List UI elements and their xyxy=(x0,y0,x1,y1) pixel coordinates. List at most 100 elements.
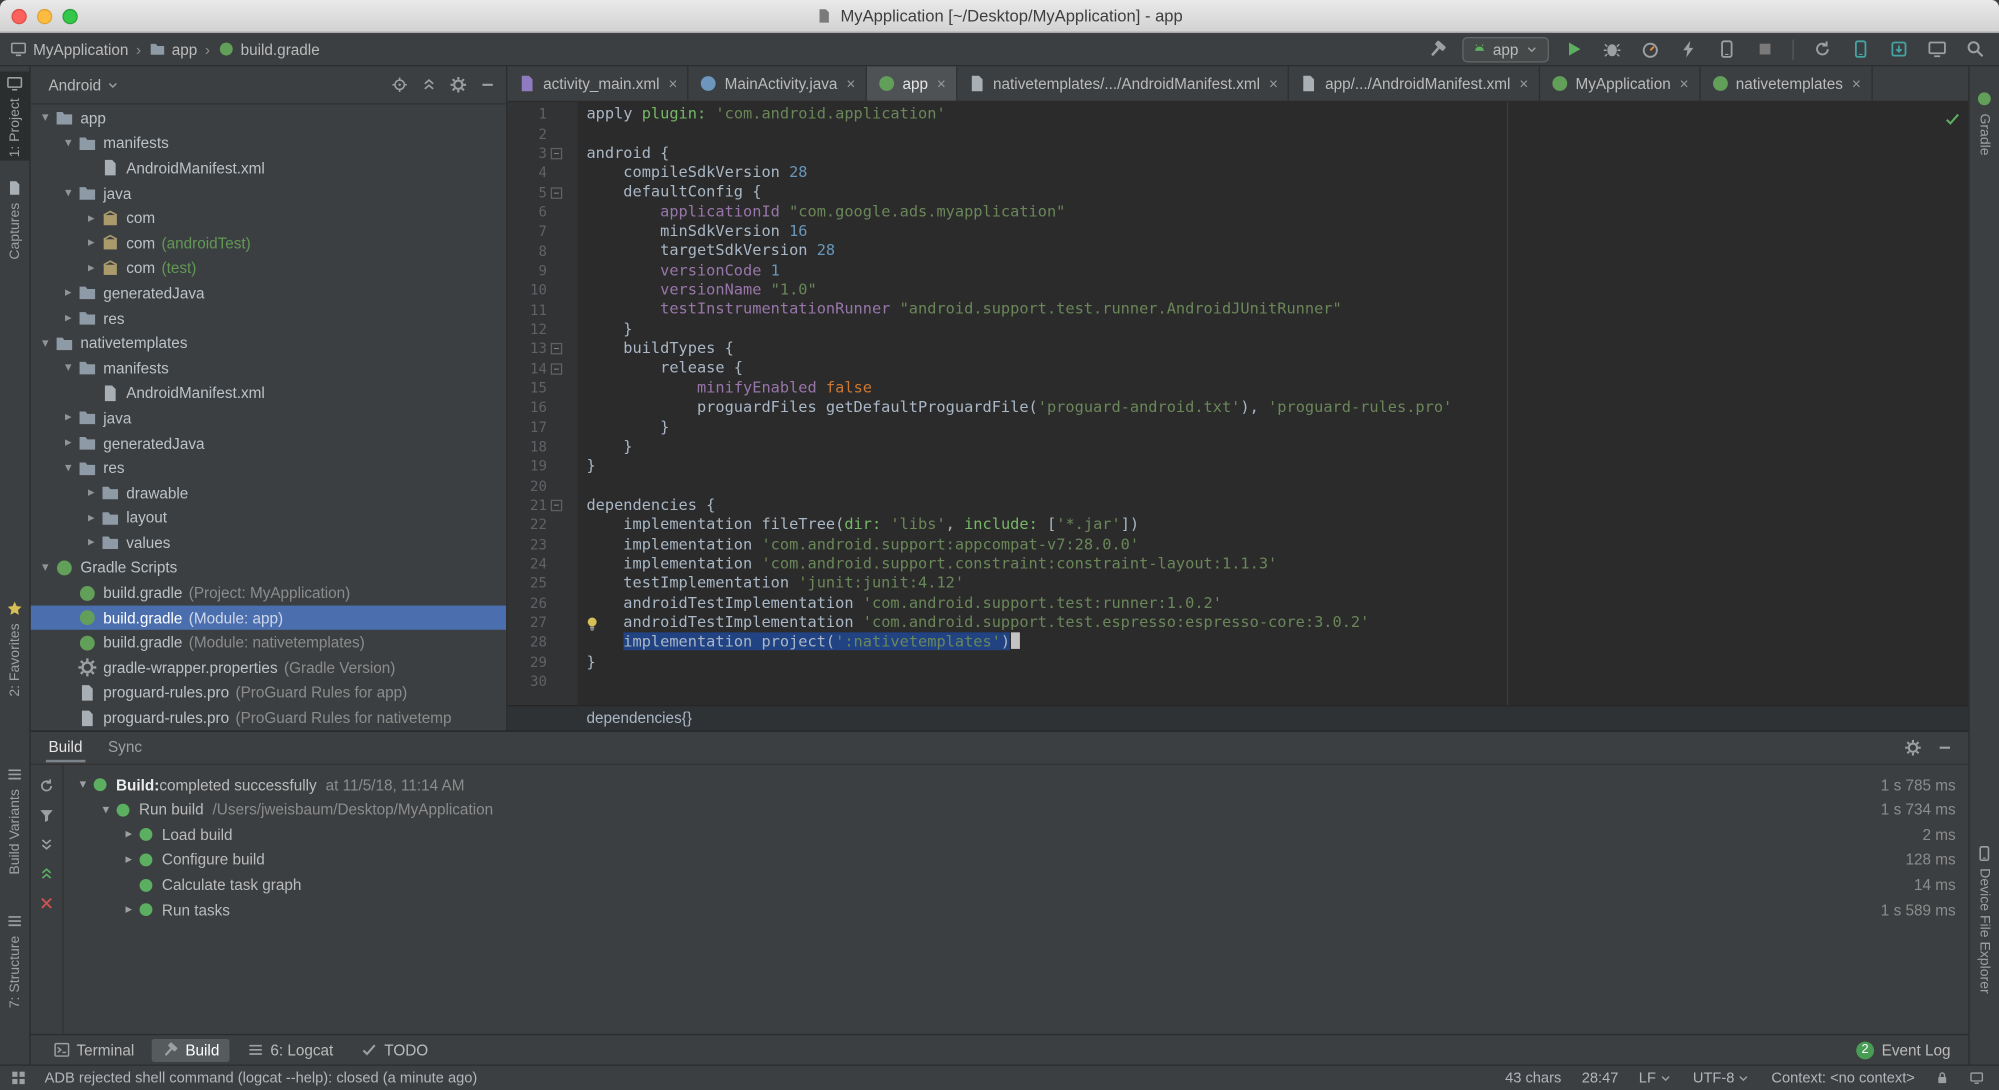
project-tree-item[interactable]: ▸ generatedJava xyxy=(31,431,507,456)
project-tree-item[interactable]: ▸ com (test) xyxy=(31,256,507,281)
zoom-window-button[interactable] xyxy=(62,8,78,24)
minimize-window-button[interactable] xyxy=(36,8,53,24)
close-icon[interactable]: × xyxy=(937,75,946,93)
stripe-button[interactable]: 7: Structure xyxy=(0,909,29,1012)
highlighting-level-icon[interactable] xyxy=(1970,1070,1984,1085)
fold-marker[interactable]: − xyxy=(550,186,563,199)
project-tree-item[interactable]: ▾ manifests xyxy=(31,356,507,381)
close-icon[interactable]: × xyxy=(1680,75,1689,93)
bottom-tab[interactable]: Terminal xyxy=(43,1039,144,1062)
project-tree-item[interactable]: ▾ manifests xyxy=(31,131,507,156)
breadcrumb-scope[interactable]: dependencies{} xyxy=(586,709,691,727)
project-tree-item[interactable]: ▸ drawable xyxy=(31,481,507,506)
context-widget[interactable]: Context: <no context> xyxy=(1771,1070,1914,1085)
stripe-button[interactable]: Gradle xyxy=(1970,87,1999,160)
stripe-button[interactable]: 1: Project xyxy=(0,71,30,162)
fold-marker[interactable]: − xyxy=(550,147,563,160)
project-tree-item[interactable]: ▾ Gradle Scripts xyxy=(31,555,507,580)
filter-icon[interactable] xyxy=(38,807,55,824)
project-tree-item[interactable]: ▸ com (androidTest) xyxy=(31,231,507,256)
stripe-button[interactable]: Device File Explorer xyxy=(1970,841,1999,997)
collapse-all-icon[interactable] xyxy=(38,865,55,882)
profile-button[interactable] xyxy=(1636,35,1664,63)
restart-build-icon[interactable] xyxy=(38,777,55,794)
project-tree-item[interactable]: ▸ java xyxy=(31,406,507,431)
code-area[interactable]: apply plugin: 'com.android.application' a… xyxy=(579,102,1969,705)
build-tree-row[interactable]: ▸ Run tasks 1 s 589 ms xyxy=(64,897,1969,922)
fold-marker[interactable]: − xyxy=(550,362,563,375)
caret-position-widget[interactable]: 28:47 xyxy=(1582,1070,1619,1085)
avd-manager-button[interactable] xyxy=(1846,35,1874,63)
editor-tab[interactable]: MyApplication × xyxy=(1540,66,1701,101)
fold-marker[interactable]: − xyxy=(550,343,563,355)
run-configuration-select[interactable]: app xyxy=(1462,36,1549,62)
close-icon[interactable]: × xyxy=(1519,75,1528,93)
breadcrumb-item[interactable]: app xyxy=(149,40,197,58)
close-icon[interactable]: × xyxy=(846,75,855,93)
bottom-tab[interactable]: TODO xyxy=(351,1039,438,1062)
editor-tab[interactable]: activity_main.xml × xyxy=(507,66,689,101)
readonly-lock-icon[interactable] xyxy=(1935,1070,1949,1085)
stripe-button[interactable]: 2: Favorites xyxy=(0,597,29,701)
bottom-tab[interactable]: 6: Logcat xyxy=(237,1039,343,1062)
editor-tab[interactable]: nativetemplates × xyxy=(1700,66,1873,101)
collapse-all-icon[interactable] xyxy=(421,76,438,93)
project-tree-item[interactable]: AndroidManifest.xml xyxy=(31,381,507,406)
bottom-tab[interactable]: Build xyxy=(152,1038,230,1062)
event-log-button[interactable]: 2 Event Log xyxy=(1856,1041,1951,1060)
encoding-widget[interactable]: UTF-8 xyxy=(1693,1070,1751,1086)
project-tree-item[interactable]: ▸ res xyxy=(31,306,507,331)
project-tree-item[interactable]: build.gradle (Module: nativetemplates) xyxy=(31,630,507,655)
project-tree-item[interactable]: ▸ generatedJava xyxy=(31,281,507,306)
project-tree-item[interactable]: build.gradle (Project: MyApplication) xyxy=(31,580,507,605)
project-tree-item[interactable]: ▸ values xyxy=(31,530,507,555)
gear-icon[interactable] xyxy=(450,76,467,93)
expand-all-icon[interactable] xyxy=(38,836,55,853)
stripe-button[interactable]: Captures xyxy=(0,176,29,264)
apply-changes-button[interactable] xyxy=(1674,35,1702,63)
project-tree-item[interactable]: AndroidManifest.xml xyxy=(31,156,507,181)
close-icon[interactable]: × xyxy=(1852,75,1861,93)
project-tree-item[interactable]: ▾ res xyxy=(31,456,507,481)
search-everywhere-button[interactable] xyxy=(1961,35,1989,63)
layout-inspector-button[interactable] xyxy=(1923,35,1951,63)
hide-panel-icon[interactable] xyxy=(479,76,496,93)
line-separator-widget[interactable]: LF xyxy=(1639,1070,1673,1086)
close-icon[interactable]: × xyxy=(668,75,677,93)
project-tree-item[interactable]: ▸ layout xyxy=(31,505,507,530)
hide-panel-icon[interactable] xyxy=(1937,739,1954,756)
run-button[interactable] xyxy=(1559,35,1587,63)
debug-button[interactable] xyxy=(1597,35,1625,63)
gear-icon[interactable] xyxy=(1905,739,1922,756)
breadcrumb-item[interactable]: build.gradle xyxy=(218,40,320,58)
tool-window-toggle-icon[interactable] xyxy=(10,1070,27,1087)
build-tree-row[interactable]: Calculate task graph 14 ms xyxy=(64,872,1969,897)
sync-project-button[interactable] xyxy=(1808,35,1836,63)
breadcrumb-item[interactable]: MyApplication xyxy=(10,40,128,58)
editor-tab[interactable]: app/.../AndroidManifest.xml × xyxy=(1289,66,1540,101)
project-tree-item[interactable]: ▸ com xyxy=(31,206,507,231)
stop-button[interactable] xyxy=(1750,35,1778,63)
project-tree-item[interactable]: proguard-rules.pro (ProGuard Rules for a… xyxy=(31,680,507,705)
build-panel-tab[interactable]: Build xyxy=(45,732,86,763)
close-window-button[interactable] xyxy=(11,8,27,24)
fold-marker[interactable]: − xyxy=(550,499,563,512)
build-panel-tab[interactable]: Sync xyxy=(105,732,144,763)
editor-tab[interactable]: app × xyxy=(866,66,958,101)
sdk-manager-button[interactable] xyxy=(1884,35,1912,63)
build-project-button[interactable] xyxy=(1424,35,1452,63)
inspection-status-icon[interactable] xyxy=(1944,108,1961,131)
close-icon[interactable] xyxy=(38,895,55,912)
build-tree-row[interactable]: ▾ Build: completed successfully at 11/5/18… xyxy=(64,772,1969,797)
close-icon[interactable]: × xyxy=(1269,75,1278,93)
build-tree-row[interactable]: ▸ Load build 2 ms xyxy=(64,822,1969,847)
project-tree-item[interactable]: proguard-rules.pro (ProGuard Rules for n… xyxy=(31,705,507,730)
stripe-button[interactable]: Build Variants xyxy=(0,762,29,878)
project-tree-item[interactable]: gradle-wrapper.properties (Gradle Versio… xyxy=(31,655,507,680)
intention-bulb-icon[interactable] xyxy=(584,613,601,636)
project-tree-item[interactable]: ▾ nativetemplates xyxy=(31,331,507,356)
locate-file-icon[interactable] xyxy=(391,76,408,93)
build-tree-row[interactable]: ▸ Configure build 128 ms xyxy=(64,847,1969,872)
editor-tab[interactable]: nativetemplates/.../AndroidManifest.xml × xyxy=(957,66,1290,101)
project-tree-item[interactable]: ▾ app xyxy=(31,106,507,131)
